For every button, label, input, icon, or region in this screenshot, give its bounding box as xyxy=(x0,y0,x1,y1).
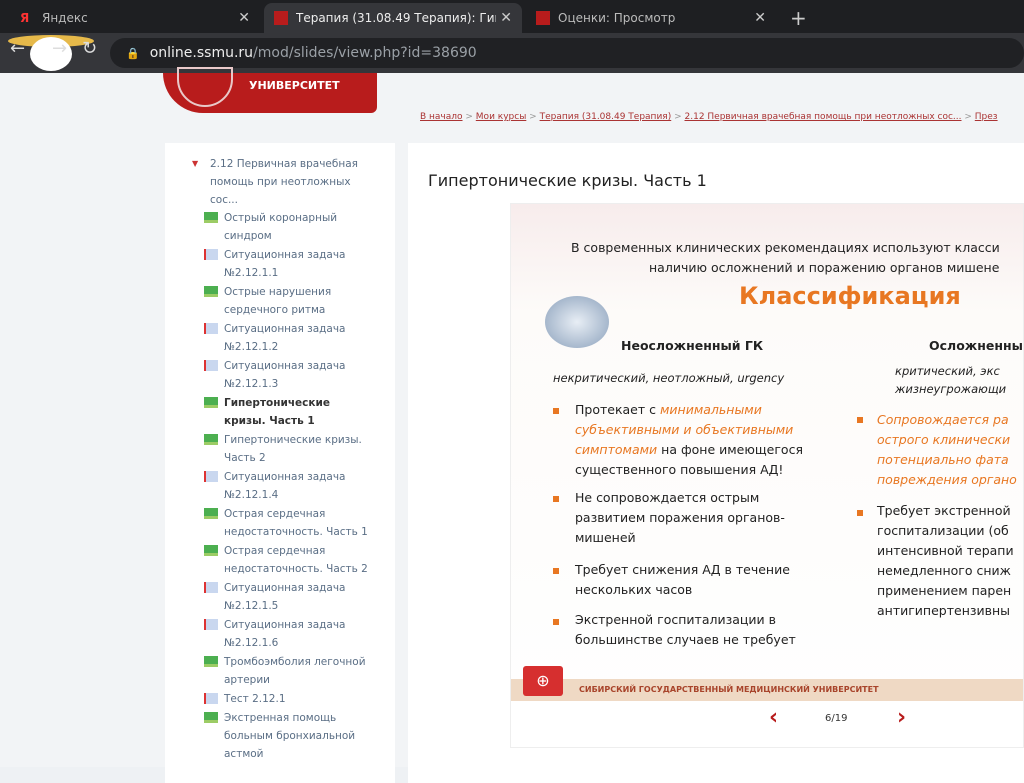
yandex-icon: Я xyxy=(20,11,30,25)
next-slide-button[interactable]: › xyxy=(897,705,906,730)
assignment-icon xyxy=(204,582,218,593)
tonometer-icon xyxy=(545,296,609,348)
sidebar-item[interactable]: Тест 2.12.1 xyxy=(204,690,374,708)
tab-therapy[interactable]: Терапия (31.08.49 Терапия): Гип ✕ xyxy=(264,3,522,33)
sidebar-item[interactable]: Ситуационная задача №2.12.1.4 xyxy=(204,468,374,504)
presentation-icon xyxy=(204,286,218,297)
slide-pager: ‹ 6/19 › xyxy=(511,701,1023,747)
address-bar-area: ← → ↻ 🔒 online.ssmu.ru/mod/slides/view.ph… xyxy=(0,33,1024,73)
lock-icon: 🔒 xyxy=(126,46,140,60)
tab-bar: Я Яндекс ✕ Терапия (31.08.49 Терапия): Гип… xyxy=(0,0,1024,33)
sidebar-section[interactable]: ▼ 2.12 Первичная врачебная помощь при нео… xyxy=(192,155,360,209)
forward-icon[interactable]: → xyxy=(52,38,67,59)
sidebar-item[interactable]: Острая сердечная недостаточность. Часть … xyxy=(204,542,374,578)
sidebar-item[interactable]: Ситуационная задача №2.12.1.3 xyxy=(204,357,374,393)
bullet xyxy=(553,619,559,625)
bullet xyxy=(553,496,559,502)
assignment-icon xyxy=(204,693,218,704)
slide-counter: 6/19 xyxy=(825,713,848,724)
sidebar-item[interactable]: Острый коронарный синдром xyxy=(204,209,374,245)
bullet xyxy=(857,510,863,516)
presentation-icon xyxy=(204,212,218,223)
bullet xyxy=(857,417,863,423)
page-title: Гипертонические кризы. Часть 1 xyxy=(428,171,707,190)
bullet xyxy=(553,568,559,574)
page: УНИВЕРСИТЕТ В начало > Мои курсы > Терап… xyxy=(0,67,1024,783)
university-logo[interactable]: УНИВЕРСИТЕТ xyxy=(163,67,377,113)
course-sidebar: ▼ 2.12 Первичная врачебная помощь при нео… xyxy=(165,143,395,783)
sidebar-item[interactable]: Гипертонические кризы. Часть 2 xyxy=(204,431,374,467)
breadcrumb-course[interactable]: Терапия (31.08.49 Терапия) xyxy=(540,112,672,122)
site-icon xyxy=(274,11,288,25)
url-input[interactable]: 🔒 online.ssmu.ru/mod/slides/view.php?id=3… xyxy=(110,38,1024,68)
tab-grades[interactable]: Оценки: Просмотр ✕ xyxy=(526,3,776,33)
sidebar-item[interactable]: Экстренная помощь больным бронхиальной а… xyxy=(204,709,374,763)
presentation-icon xyxy=(204,434,218,445)
close-icon[interactable]: ✕ xyxy=(754,10,766,26)
back-icon[interactable]: ← xyxy=(10,38,25,59)
sidebar-item[interactable]: Ситуационная задача №2.12.1.6 xyxy=(204,616,374,652)
assignment-icon xyxy=(204,323,218,334)
breadcrumb-current[interactable]: През xyxy=(975,112,998,122)
main-content: Гипертонические кризы. Часть 1 В совреме… xyxy=(408,143,1024,783)
presentation-icon xyxy=(204,545,218,556)
site-icon xyxy=(536,11,550,25)
breadcrumb-section[interactable]: 2.12 Первичная врачебная помощь при неот… xyxy=(685,112,962,122)
prev-slide-button[interactable]: ‹ xyxy=(769,705,778,730)
assignment-icon xyxy=(204,619,218,630)
close-icon[interactable]: ✕ xyxy=(238,10,250,26)
breadcrumb-my-courses[interactable]: Мои курсы xyxy=(476,112,527,122)
assignment-icon xyxy=(204,360,218,371)
sidebar-item[interactable]: Тромбоэмболия легочной артерии xyxy=(204,653,374,689)
presentation-icon xyxy=(204,508,218,519)
sidebar-item[interactable]: Острая сердечная недостаточность. Часть … xyxy=(204,505,374,541)
seal-icon xyxy=(177,67,233,107)
sidebar-item[interactable]: Гипертонические кризы. Часть 1 xyxy=(204,394,374,430)
presentation-icon xyxy=(204,712,218,723)
breadcrumb: В начало > Мои курсы > Терапия (31.08.49… xyxy=(420,112,998,122)
assignment-icon xyxy=(204,249,218,260)
close-icon[interactable]: ✕ xyxy=(500,10,512,26)
sidebar-item[interactable]: Ситуационная задача №2.12.1.1 xyxy=(204,246,374,282)
bullet xyxy=(553,408,559,414)
presentation-icon xyxy=(204,656,218,667)
breadcrumb-home[interactable]: В начало xyxy=(420,112,463,122)
sidebar-item[interactable]: Ситуационная задача №2.12.1.2 xyxy=(204,320,374,356)
assignment-icon xyxy=(204,471,218,482)
presentation-icon xyxy=(204,397,218,408)
sidebar-item[interactable]: Ситуационная задача №2.12.1.5 xyxy=(204,579,374,615)
medkit-icon: ⊕ xyxy=(523,666,563,696)
sidebar-item[interactable]: Острые нарушения сердечного ритма xyxy=(204,283,374,319)
slide-viewer: В современных клинических рекомендациях … xyxy=(510,203,1024,748)
new-tab-button[interactable]: + xyxy=(780,3,817,33)
caret-down-icon: ▼ xyxy=(192,159,199,168)
slide-footer: СИБИРСКИЙ ГОСУДАРСТВЕННЫЙ МЕДИЦИНСКИЙ УН… xyxy=(511,679,1023,701)
reload-icon[interactable]: ↻ xyxy=(82,38,97,59)
